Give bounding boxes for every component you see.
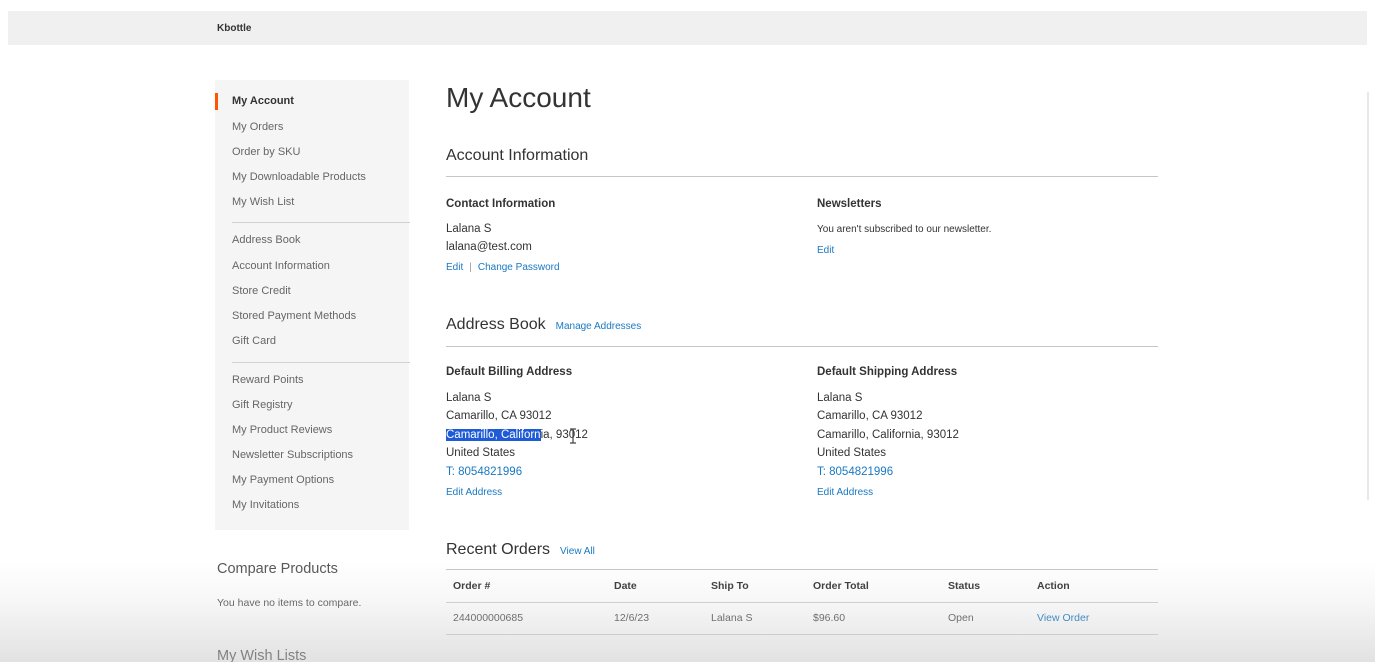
- edit-billing-address-link[interactable]: Edit Address: [446, 487, 502, 498]
- link-separator: |: [469, 262, 472, 273]
- store-logo[interactable]: Kbottle: [217, 23, 251, 34]
- compare-products-title: Compare Products: [217, 561, 338, 577]
- shipping-line2: Camarillo, California, 93012: [817, 429, 959, 441]
- section-divider: [446, 346, 1158, 347]
- order-date: 12/6/23: [614, 612, 650, 624]
- table-row-divider: [446, 634, 1158, 635]
- edit-shipping-address-link[interactable]: Edit Address: [817, 487, 873, 498]
- wish-lists-title: My Wish Lists: [217, 648, 307, 662]
- header-bar: Kbottle: [8, 11, 1367, 45]
- newsletter-status: You aren't subscribed to our newsletter.: [817, 224, 992, 235]
- column-header-status: Status: [948, 580, 981, 592]
- sidebar-item-gift-card[interactable]: Gift Card: [232, 335, 276, 347]
- sidebar-item-product-reviews[interactable]: My Product Reviews: [232, 424, 332, 436]
- address-book-heading: Address Book: [446, 316, 546, 333]
- phone-prefix: T:: [446, 466, 459, 478]
- shipping-phone-link[interactable]: 8054821996: [829, 466, 893, 478]
- order-total: $96.60: [813, 612, 846, 624]
- sidebar-item-gift-registry[interactable]: Gift Registry: [232, 399, 293, 411]
- recent-orders-heading: Recent Orders: [446, 541, 551, 558]
- sidebar-item-store-credit[interactable]: Store Credit: [232, 285, 291, 297]
- column-header-date: Date: [614, 580, 637, 592]
- billing-line2-rest: ia, 93012: [540, 429, 588, 441]
- account-nav: My Account My Orders Order by SKU My Dow…: [215, 80, 410, 530]
- billing-country: United States: [446, 447, 516, 459]
- column-header-order-total: Order Total: [813, 580, 869, 592]
- billing-phone: T: 8054821996: [446, 466, 522, 478]
- sidebar-item-wish-list[interactable]: My Wish List: [232, 196, 294, 208]
- address-book-title: Address Book Manage Addresses: [446, 316, 641, 334]
- change-password-link[interactable]: Change Password: [478, 262, 560, 273]
- order-status: Open: [948, 612, 974, 624]
- billing-line2: Camarillo, California, 93012: [446, 429, 588, 441]
- compare-empty-message: You have no items to compare.: [217, 597, 362, 609]
- active-indicator: [215, 93, 218, 110]
- table-header-divider: [446, 602, 1158, 603]
- billing-address-title: Default Billing Address: [446, 366, 573, 378]
- sidebar-item-my-account[interactable]: My Account: [232, 95, 294, 107]
- edit-contact-link[interactable]: Edit: [446, 262, 463, 273]
- shipping-country: United States: [817, 447, 887, 459]
- billing-name: Lalana S: [446, 392, 492, 404]
- billing-line1: Camarillo, CA 93012: [446, 410, 552, 422]
- selected-text[interactable]: Camarillo, Californ: [446, 429, 541, 441]
- order-ship-to: Lalana S: [711, 612, 753, 624]
- view-order-link[interactable]: View Order: [1037, 612, 1089, 624]
- shipping-name: Lalana S: [817, 392, 863, 404]
- contact-actions: Edit | Change Password: [446, 262, 560, 273]
- sidebar-item-payment-options[interactable]: My Payment Options: [232, 474, 334, 486]
- account-information-title: Account Information: [446, 147, 589, 164]
- section-divider: [446, 569, 1158, 570]
- page-title: My Account: [446, 82, 591, 113]
- sidebar-item-account-information[interactable]: Account Information: [232, 260, 330, 272]
- sidebar-item-my-orders[interactable]: My Orders: [232, 121, 283, 133]
- section-divider: [446, 176, 1158, 177]
- recent-orders-title: Recent Orders View All: [446, 541, 595, 559]
- sidebar-item-newsletter-subscriptions[interactable]: Newsletter Subscriptions: [232, 449, 353, 461]
- order-number: 244000000685: [453, 612, 524, 624]
- sidebar-item-stored-payment-methods[interactable]: Stored Payment Methods: [232, 310, 356, 322]
- column-header-ship-to: Ship To: [711, 580, 749, 592]
- sidebar-item-order-by-sku[interactable]: Order by SKU: [232, 146, 300, 158]
- shipping-line1: Camarillo, CA 93012: [817, 410, 923, 422]
- sidebar-item-downloadable-products[interactable]: My Downloadable Products: [232, 171, 366, 183]
- shipping-address-title: Default Shipping Address: [817, 366, 958, 378]
- shipping-phone: T: 8054821996: [817, 466, 893, 478]
- column-header-action: Action: [1037, 580, 1070, 592]
- bottom-overlay: [0, 560, 1375, 662]
- text-cursor-icon: [570, 428, 576, 444]
- manage-addresses-link[interactable]: Manage Addresses: [556, 321, 642, 332]
- sidebar-item-address-book[interactable]: Address Book: [232, 234, 300, 246]
- newsletters-title: Newsletters: [817, 198, 882, 210]
- view-all-orders-link[interactable]: View All: [560, 546, 595, 557]
- column-header-order: Order #: [453, 580, 491, 592]
- contact-email: lalana@test.com: [446, 241, 532, 253]
- contact-information-title: Contact Information: [446, 198, 556, 210]
- sidebar-item-invitations[interactable]: My Invitations: [232, 499, 299, 511]
- sidebar-item-reward-points[interactable]: Reward Points: [232, 374, 304, 386]
- window-edge: [1367, 92, 1369, 500]
- phone-prefix: T:: [817, 466, 830, 478]
- billing-phone-link[interactable]: 8054821996: [458, 466, 522, 478]
- contact-name: Lalana S: [446, 223, 492, 235]
- edit-newsletter-link[interactable]: Edit: [817, 245, 834, 256]
- nav-divider: [232, 362, 410, 363]
- nav-divider: [232, 222, 410, 223]
